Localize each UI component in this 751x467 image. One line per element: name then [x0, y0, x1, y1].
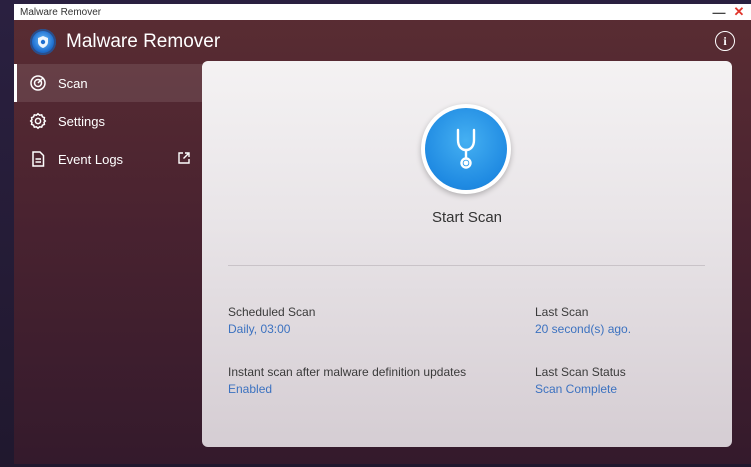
sidebar-item-scan[interactable]: Scan: [14, 64, 202, 102]
last-scan-status-value: Scan Complete: [535, 382, 618, 396]
panel-divider: [228, 265, 705, 266]
stethoscope-icon: [456, 128, 476, 169]
scheduled-scan-label: Scheduled Scan: [228, 305, 316, 319]
last-scan-status-block: Last Scan Status Scan Complete: [535, 365, 626, 396]
app-title: Malware Remover: [66, 31, 221, 52]
last-scan-label: Last Scan: [535, 305, 589, 319]
info-button[interactable]: i: [715, 31, 735, 51]
external-link-icon[interactable]: [176, 150, 192, 166]
scan-icon: [28, 73, 48, 93]
app-header: Malware Remover i: [14, 20, 751, 64]
sidebar: Scan Settings Event Logs: [14, 64, 202, 464]
instant-scan-label: Instant scan after malware definition up…: [228, 365, 467, 379]
minimize-button[interactable]: —: [711, 4, 727, 20]
gear-icon: [28, 111, 48, 131]
instant-scan-block: Instant scan after malware definition up…: [228, 365, 466, 396]
sidebar-item-event-logs[interactable]: Event Logs: [14, 140, 202, 178]
document-icon: [28, 149, 48, 169]
scan-button-inner: [425, 108, 507, 190]
sidebar-item-label: Event Logs: [58, 151, 124, 167]
scan-panel: Start Scan Scheduled Scan Daily, 03:00 L…: [202, 61, 732, 447]
window-title: Malware Remover: [20, 6, 102, 18]
last-scan-value: 20 second(s) ago.: [535, 322, 632, 336]
close-button[interactable]: ✕: [731, 4, 747, 20]
start-scan-button[interactable]: [421, 104, 511, 194]
sidebar-item-settings[interactable]: Settings: [14, 102, 202, 140]
scheduled-scan-value: Daily, 03:00: [228, 322, 291, 336]
start-scan-label: Start Scan: [431, 209, 503, 226]
scheduled-scan-block: Scheduled Scan Daily, 03:00: [228, 305, 315, 336]
app-logo-icon: [30, 29, 56, 55]
info-icon: i: [723, 33, 727, 48]
sidebar-item-label: Settings: [58, 113, 105, 129]
app-window: Malware Remover — ✕ Malware Remover i Sc: [14, 4, 751, 464]
last-scan-block: Last Scan 20 second(s) ago.: [535, 305, 631, 336]
last-scan-status-label: Last Scan Status: [535, 365, 626, 379]
window-titlebar: Malware Remover — ✕: [14, 4, 751, 20]
instant-scan-value: Enabled: [228, 382, 273, 396]
sidebar-item-label: Scan: [58, 75, 88, 91]
